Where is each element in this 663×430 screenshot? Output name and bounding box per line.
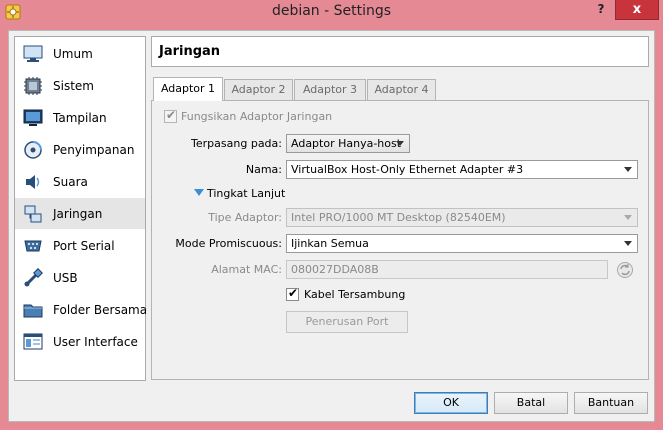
- sidebar-item-port-serial[interactable]: Port Serial: [15, 230, 145, 261]
- sidebar-item-jaringan[interactable]: Jaringan: [15, 198, 145, 229]
- serial-port-icon: [23, 236, 43, 256]
- sidebar-item-sistem[interactable]: Sistem: [15, 70, 145, 101]
- adapter-type-label: Tipe Adaptor:: [208, 211, 282, 224]
- page-title: Jaringan: [159, 44, 221, 59]
- shared-folder-icon: [23, 300, 43, 320]
- chevron-down-icon: [624, 241, 632, 246]
- cancel-button[interactable]: Batal: [494, 392, 568, 414]
- tab-adaptor-4[interactable]: Adaptor 4: [367, 79, 436, 100]
- settings-sidebar: Umum Sistem Tampilan Penyimpanan Suara J…: [14, 36, 148, 381]
- tab-adaptor-3[interactable]: Adaptor 3: [294, 79, 366, 100]
- sidebar-item-label: USB: [53, 270, 78, 285]
- monitor-icon: [23, 44, 43, 64]
- name-select[interactable]: VirtualBox Host-Only Ethernet Adapter #3: [286, 160, 638, 179]
- sidebar-item-label: Folder Bersama: [53, 302, 148, 317]
- sidebar-item-label: Port Serial: [53, 238, 115, 253]
- title-bar[interactable]: debian - Settings ? x: [0, 0, 663, 25]
- attached-to-select[interactable]: Adaptor Hanya-host: [286, 134, 410, 153]
- mac-label: Alamat MAC:: [211, 263, 282, 276]
- cable-connected-label: Kabel Tersambung: [304, 288, 406, 301]
- chevron-down-icon: [624, 167, 632, 172]
- port-forwarding-button[interactable]: Penerusan Port: [286, 311, 408, 333]
- display-icon: [23, 108, 43, 128]
- sidebar-item-label: Umum: [53, 46, 93, 61]
- promiscuous-value: Ijinkan Semua: [291, 237, 369, 250]
- advanced-expander[interactable]: Tingkat Lanjut: [207, 187, 285, 200]
- check-icon: ✔: [166, 108, 177, 122]
- window-title: debian - Settings: [271, 3, 392, 19]
- chip-icon: [23, 76, 43, 96]
- storage-icon: [23, 140, 43, 160]
- sidebar-item-label: Penyimpanan: [53, 142, 135, 157]
- promiscuous-select[interactable]: Ijinkan Semua: [286, 234, 638, 253]
- adapter-type-value: Intel PRO/1000 MT Desktop (82540EM): [291, 211, 506, 224]
- sidebar-item-umum[interactable]: Umum: [15, 38, 145, 69]
- sidebar-item-label: Tampilan: [53, 110, 107, 125]
- close-button[interactable]: x: [615, 0, 659, 20]
- speaker-icon: [23, 172, 43, 192]
- help-title-button[interactable]: ?: [588, 0, 614, 20]
- help-button[interactable]: Bantuan: [574, 392, 648, 414]
- network-icon: [23, 204, 43, 224]
- chevron-down-icon: [396, 141, 404, 146]
- sidebar-item-label: User Interface: [53, 334, 138, 349]
- sidebar-item-folder-bersama[interactable]: Folder Bersama: [15, 294, 148, 325]
- check-icon: ✔: [288, 286, 299, 300]
- mac-address-field[interactable]: 080027DDA08B: [286, 260, 608, 279]
- sidebar-item-suara[interactable]: Suara: [15, 166, 145, 197]
- sidebar-item-user-interface[interactable]: User Interface: [15, 326, 145, 357]
- chevron-down-icon: [624, 215, 632, 220]
- promiscuous-label: Mode Promiscuous:: [175, 237, 282, 250]
- sidebar-item-label: Suara: [53, 174, 88, 189]
- tab-adaptor-2[interactable]: Adaptor 2: [224, 79, 293, 100]
- tab-adaptor-1[interactable]: Adaptor 1: [153, 77, 223, 101]
- sidebar-item-label: Jaringan: [53, 206, 103, 221]
- adapter-type-select[interactable]: Intel PRO/1000 MT Desktop (82540EM): [286, 208, 638, 227]
- enable-adapter-checkbox[interactable]: ✔: [164, 108, 177, 123]
- sidebar-item-penyimpanan[interactable]: Penyimpanan: [15, 134, 145, 165]
- sidebar-item-label: Sistem: [53, 78, 94, 93]
- name-value: VirtualBox Host-Only Ethernet Adapter #3: [291, 163, 524, 176]
- page-header: Jaringan: [151, 36, 649, 67]
- sidebar-item-tampilan[interactable]: Tampilan: [15, 102, 145, 133]
- enable-adapter-label: Fungsikan Adaptor Jaringan: [181, 110, 333, 123]
- ok-button[interactable]: OK: [414, 392, 488, 414]
- dialog-body: Umum Sistem Tampilan Penyimpanan Suara J…: [8, 30, 655, 422]
- sidebar-item-usb[interactable]: USB: [15, 262, 145, 293]
- user-interface-icon: [23, 332, 43, 352]
- expand-triangle-icon[interactable]: [194, 189, 204, 196]
- refresh-mac-icon[interactable]: [616, 261, 634, 279]
- cable-connected-checkbox[interactable]: ✔: [286, 286, 299, 301]
- settings-window: debian - Settings ? x Umum Sistem Tampil…: [0, 0, 663, 430]
- adaptor-tab-panel: ✔ Fungsikan Adaptor Jaringan Terpasang p…: [151, 100, 649, 380]
- attached-to-value: Adaptor Hanya-host: [291, 137, 402, 150]
- usb-icon: [23, 267, 43, 288]
- attached-to-label: Terpasang pada:: [191, 137, 282, 150]
- name-label: Nama:: [245, 163, 282, 176]
